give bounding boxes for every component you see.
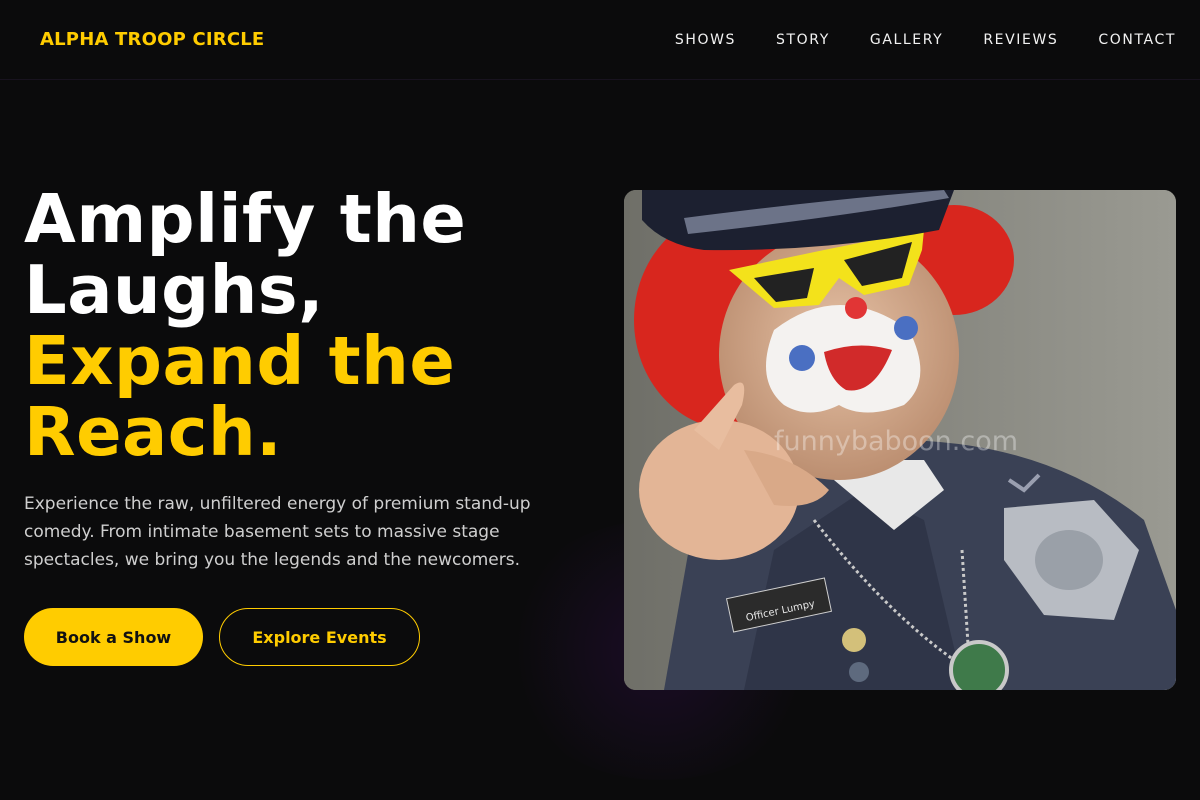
headline-line-1: Amplify the <box>24 180 467 258</box>
explore-events-button[interactable]: Explore Events <box>219 608 420 666</box>
nav-item-contact[interactable]: CONTACT <box>1098 32 1176 48</box>
nav-item-shows[interactable]: SHOWS <box>675 32 736 48</box>
nav-links: SHOWS STORY GALLERY REVIEWS CONTACT <box>675 32 1176 48</box>
hero-text: Amplify the Laughs, Expand the Reach. Ex… <box>24 184 584 666</box>
headline-line-3: Expand the <box>24 322 456 400</box>
headline-line-2: Laughs, <box>24 251 325 329</box>
hero-headline: Amplify the Laughs, Expand the Reach. <box>24 184 584 468</box>
photo-watermark: funnybaboon.com <box>774 426 1019 457</box>
book-show-button[interactable]: Book a Show <box>24 608 203 666</box>
nav-item-reviews[interactable]: REVIEWS <box>983 32 1058 48</box>
nav-item-story[interactable]: STORY <box>776 32 830 48</box>
hero-description: Experience the raw, unfiltered energy of… <box>24 494 531 570</box>
top-navbar: ALPHA TROOP CIRCLE SHOWS STORY GALLERY R… <box>0 0 1200 80</box>
hero-buttons: Book a Show Explore Events <box>24 608 584 666</box>
headline-line-4: Reach. <box>24 393 283 471</box>
brand-logo[interactable]: ALPHA TROOP CIRCLE <box>40 29 264 50</box>
hero-photo: Officer Lumpy funnybaboon.com <box>624 190 1176 690</box>
nav-item-gallery[interactable]: GALLERY <box>870 32 943 48</box>
